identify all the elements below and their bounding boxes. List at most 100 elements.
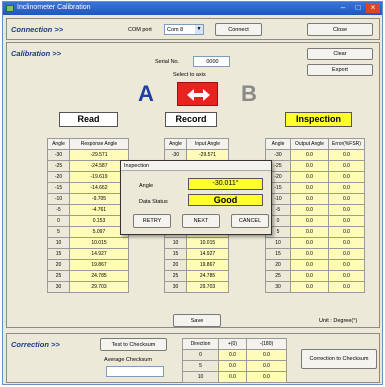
calibration-title: Calibration >> [11, 49, 62, 58]
angle-cell: -30 [265, 149, 291, 161]
read-table: Angle Response Angle -30 -29.571 -25 -24.58… [47, 138, 129, 293]
read-row: 10 10.015 [47, 237, 129, 249]
record-row: 30 29.703 [164, 281, 229, 293]
angle-cell: 10 [47, 237, 70, 249]
inspection-header-angle: Angle [265, 138, 291, 150]
correction-header-direction: Direction [182, 338, 219, 350]
error-cell: 0.0 [328, 281, 365, 293]
output-angle-cell: 0.0 [290, 226, 329, 238]
input-angle-cell: 10.015 [186, 237, 229, 249]
axis-a-label[interactable]: A [138, 81, 154, 107]
serial-label: Serial No. [155, 59, 180, 65]
export-button[interactable]: Export [307, 64, 373, 76]
average-checksum-label: Average Checksum [104, 357, 152, 363]
output-angle-cell: 0.0 [290, 248, 329, 260]
angle-cell: 25 [47, 270, 70, 282]
record-row: 15 14.927 [164, 248, 229, 260]
angle-cell: 25 [164, 270, 187, 282]
inspection-row: 20 0.0 0.0 [265, 259, 365, 271]
output-angle-cell: 0.0 [290, 193, 329, 205]
read-row: 30 29.703 [47, 281, 129, 293]
inspection-button[interactable]: Inspection [285, 112, 352, 127]
inspection-row: 0 0.0 0.0 [265, 215, 365, 227]
maximize-button[interactable]: □ [351, 3, 365, 13]
angle-cell: 20 [47, 259, 70, 271]
angle-cell: 15 [164, 248, 187, 260]
swap-axis-button[interactable] [177, 82, 218, 106]
test-to-checksum-button[interactable]: Test to Checksum [100, 338, 167, 351]
inspection-row: 5 0.0 0.0 [265, 226, 365, 238]
error-cell: 0.0 [328, 237, 365, 249]
dialog-angle-label: Angle [139, 183, 154, 189]
angle-cell: -25 [47, 160, 70, 172]
angle-cell: 5 [47, 226, 70, 238]
input-angle-cell: -29.571 [186, 149, 229, 161]
angle-cell: -10 [47, 193, 70, 205]
correction-header-plus: +(0) [218, 338, 247, 350]
window-title: Inclinometer Calibration [17, 4, 91, 11]
angle-cell: 30 [265, 281, 291, 293]
input-angle-cell: 29.703 [186, 281, 229, 293]
angle-cell: 10 [265, 237, 291, 249]
output-angle-cell: 0.0 [290, 270, 329, 282]
close-button[interactable]: Close [307, 23, 373, 36]
read-header-angle: Angle [47, 138, 70, 150]
minus-cell: 0.0 [245, 360, 288, 372]
read-button[interactable]: Read [59, 112, 118, 127]
minimize-button[interactable]: – [336, 3, 350, 13]
inspection-row: -25 0.0 0.0 [265, 160, 365, 172]
output-angle-cell: 0.0 [290, 171, 329, 183]
cancel-button[interactable]: CANCEL [231, 214, 269, 228]
direction-cell: 0 [182, 349, 219, 361]
inspection-row: 25 0.0 0.0 [265, 270, 365, 282]
com-port-label: COM port [128, 27, 152, 33]
error-cell: 0.0 [328, 160, 365, 172]
direction-cell: 10 [182, 371, 219, 383]
angle-cell: 30 [47, 281, 70, 293]
angle-cell: 25 [265, 270, 291, 282]
dialog-angle-value: -30.011° [188, 178, 263, 190]
inspection-row: -10 0.0 0.0 [265, 193, 365, 205]
angle-cell: 10 [164, 237, 187, 249]
com-port-select[interactable]: Com 8 ▼ [164, 24, 204, 35]
next-button[interactable]: NEXT [182, 214, 220, 228]
output-angle-cell: 0.0 [290, 281, 329, 293]
output-angle-cell: 0.0 [290, 237, 329, 249]
response-angle-cell: 14.927 [69, 248, 129, 260]
response-angle-cell: 10.015 [69, 237, 129, 249]
chevron-down-icon[interactable]: ▼ [195, 25, 203, 34]
error-cell: 0.0 [328, 248, 365, 260]
window-close-button[interactable]: × [366, 3, 380, 13]
inspection-dialog: Inspection Angle -30.011° Data Status Go… [120, 160, 272, 235]
average-checksum-field[interactable] [106, 366, 164, 377]
record-button[interactable]: Record [165, 112, 217, 127]
angle-cell: -30 [47, 149, 70, 161]
output-angle-cell: 0.0 [290, 182, 329, 194]
error-cell: 0.0 [328, 171, 365, 183]
inspection-row: -5 0.0 0.0 [265, 204, 365, 216]
correction-to-checksum-button[interactable]: Correction to Checksum [301, 349, 377, 369]
angle-cell: 30 [164, 281, 187, 293]
plus-cell: 0.0 [218, 349, 247, 361]
read-header-response: Response Angle [69, 138, 129, 150]
read-row: 5 5.097 [47, 226, 129, 238]
retry-button[interactable]: RETRY [133, 214, 171, 228]
inspection-table: Angle Output Angle Error(%FSR) -30 0.0 0.0… [265, 138, 365, 293]
correction-section: Correction >> Test to Checksum Average C… [6, 333, 380, 383]
dialog-status-value: Good [188, 194, 263, 206]
inspection-header-error: Error(%FSR) [328, 138, 365, 150]
axis-b-label[interactable]: B [241, 81, 257, 107]
connection-section: Connection >> COM port Com 8 ▼ Connect C… [6, 18, 380, 40]
output-angle-cell: 0.0 [290, 160, 329, 172]
minus-cell: 0.0 [245, 371, 288, 383]
serial-field[interactable]: 0000 [193, 56, 230, 67]
title-bar: Inclinometer Calibration – □ × [3, 2, 382, 15]
output-angle-cell: 0.0 [290, 215, 329, 227]
connect-button[interactable]: Connect [215, 23, 262, 36]
save-button[interactable]: Save [173, 314, 221, 327]
input-angle-cell: 14.927 [186, 248, 229, 260]
dialog-status-label: Data Status [139, 199, 168, 205]
error-cell: 0.0 [328, 182, 365, 194]
connection-title: Connection >> [11, 25, 64, 34]
clear-button[interactable]: Clear [307, 48, 373, 60]
